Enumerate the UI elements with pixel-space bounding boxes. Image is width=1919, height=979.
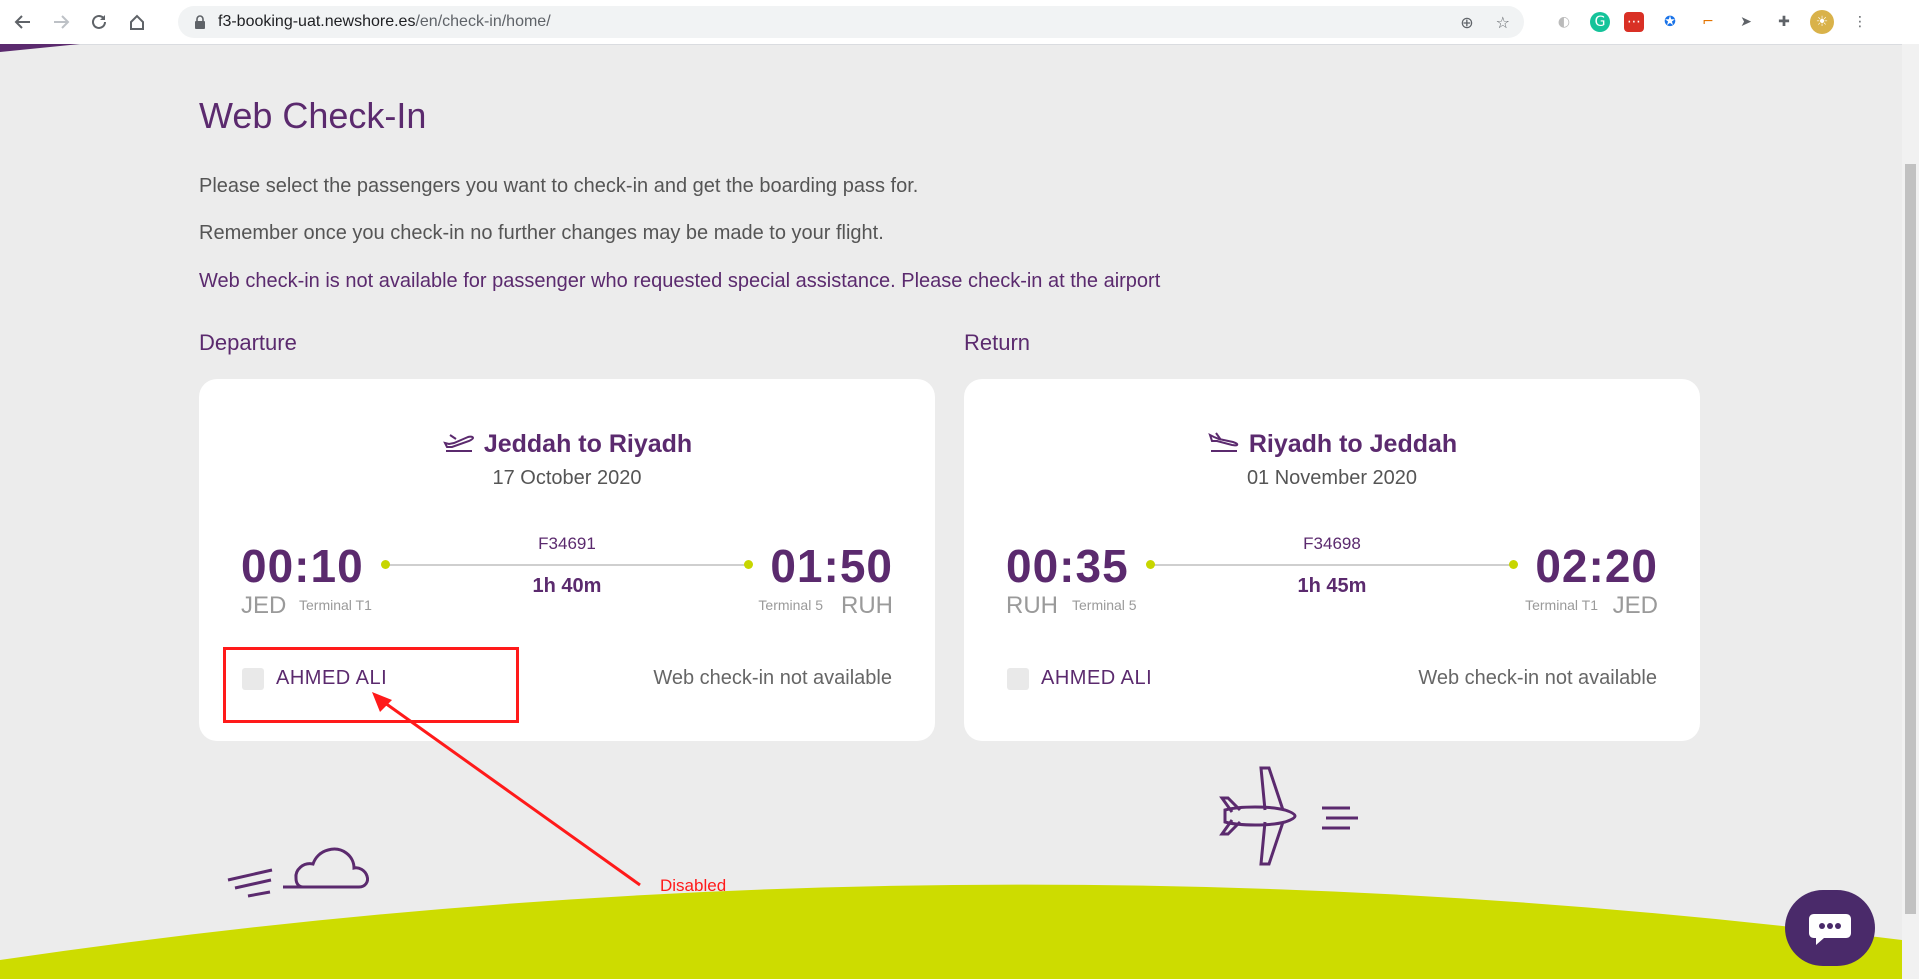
flight-date: 17 October 2020 bbox=[492, 467, 642, 489]
home-icon[interactable] bbox=[122, 7, 152, 37]
plane-landing-icon bbox=[1207, 429, 1241, 460]
origin-dot bbox=[381, 560, 390, 569]
lime-hill bbox=[0, 884, 1902, 979]
destination-dot bbox=[1509, 560, 1518, 569]
return-label: Return bbox=[964, 330, 1031, 355]
airplane-icon bbox=[1219, 766, 1358, 866]
annotation-label: Disabled bbox=[660, 876, 727, 895]
arrival-time: 02:20 bbox=[1535, 540, 1658, 592]
cloud-icon bbox=[227, 847, 369, 898]
destination-terminal: Terminal T1 bbox=[1525, 597, 1598, 613]
destination-terminal: Terminal 5 bbox=[758, 597, 823, 613]
checkin-status: Web check-in not available bbox=[1418, 667, 1657, 689]
chat-button[interactable] bbox=[1785, 890, 1875, 966]
menu-dots-icon[interactable]: ⋮ bbox=[1848, 10, 1872, 34]
page-title: Web Check-In bbox=[199, 95, 427, 136]
route-title: Riyadh to Jeddah bbox=[1248, 430, 1458, 458]
intro-text-2: Remember once you check-in no further ch… bbox=[199, 222, 884, 244]
passenger-checkbox[interactable] bbox=[1007, 668, 1029, 690]
passenger-name: AHMED ALI bbox=[1041, 667, 1153, 689]
departure-label: Departure bbox=[199, 330, 297, 355]
lock-icon bbox=[192, 14, 208, 30]
back-icon[interactable] bbox=[8, 7, 38, 37]
avatar[interactable]: ☀ bbox=[1810, 10, 1834, 34]
route-title: Jeddah to Riyadh bbox=[483, 430, 693, 458]
destination-code: JED bbox=[1612, 592, 1658, 619]
grammarly-icon[interactable]: G bbox=[1590, 12, 1610, 32]
departure-route: Jeddah to Riyadh bbox=[199, 429, 935, 460]
origin-dot bbox=[1146, 560, 1155, 569]
origin-terminal: Terminal 5 bbox=[1072, 597, 1137, 613]
intro-text-1: Please select the passengers you want to… bbox=[199, 175, 919, 197]
annotation-arrow bbox=[372, 692, 641, 887]
origin-terminal: Terminal T1 bbox=[299, 597, 372, 613]
browser-toolbar: f3-booking-uat.newshore.es/en/check-in/h… bbox=[0, 0, 1919, 45]
flight-date: 01 November 2020 bbox=[1246, 467, 1418, 489]
extension-compass-icon[interactable]: ✪ bbox=[1658, 10, 1682, 34]
flight-line bbox=[385, 564, 749, 566]
header-arc-decoration bbox=[0, 44, 80, 52]
page-scrollbar[interactable] bbox=[1902, 44, 1919, 979]
extension-red-icon[interactable]: ⋯ bbox=[1624, 12, 1644, 32]
extension-orange-icon[interactable]: ⌐ bbox=[1696, 10, 1720, 34]
checkin-status: Web check-in not available bbox=[653, 667, 892, 689]
puzzle-icon[interactable]: ✚ bbox=[1772, 10, 1796, 34]
chat-bubble-icon bbox=[1809, 914, 1851, 945]
send-icon[interactable]: ➤ bbox=[1734, 10, 1758, 34]
destination-code: RUH bbox=[841, 592, 893, 619]
url-text: f3-booking-uat.newshore.es/en/check-in/h… bbox=[218, 13, 551, 30]
reload-icon[interactable] bbox=[84, 7, 114, 37]
zoom-icon[interactable]: ⊕ bbox=[1460, 13, 1473, 32]
flight-line bbox=[1150, 564, 1514, 566]
star-icon[interactable]: ☆ bbox=[1496, 13, 1510, 32]
address-bar[interactable]: f3-booking-uat.newshore.es/en/check-in/h… bbox=[178, 6, 1524, 38]
scrollbar-thumb[interactable] bbox=[1905, 164, 1916, 914]
bottom-decoration bbox=[0, 766, 1902, 979]
extensions-bar: ◐ G ⋯ ✪ ⌐ ➤ ✚ ☀ ⋮ bbox=[1552, 10, 1872, 34]
return-route: Riyadh to Jeddah bbox=[964, 429, 1700, 460]
special-assistance-notice: Web check-in is not available for passen… bbox=[199, 270, 1161, 292]
plane-takeoff-icon bbox=[442, 429, 476, 460]
forward-icon[interactable] bbox=[46, 7, 76, 37]
extension-grey-icon[interactable]: ◐ bbox=[1552, 10, 1576, 34]
return-card: Riyadh to Jeddah 01 November 2020 00:35 … bbox=[964, 379, 1700, 741]
destination-dot bbox=[744, 560, 753, 569]
arrival-time: 01:50 bbox=[770, 540, 893, 592]
